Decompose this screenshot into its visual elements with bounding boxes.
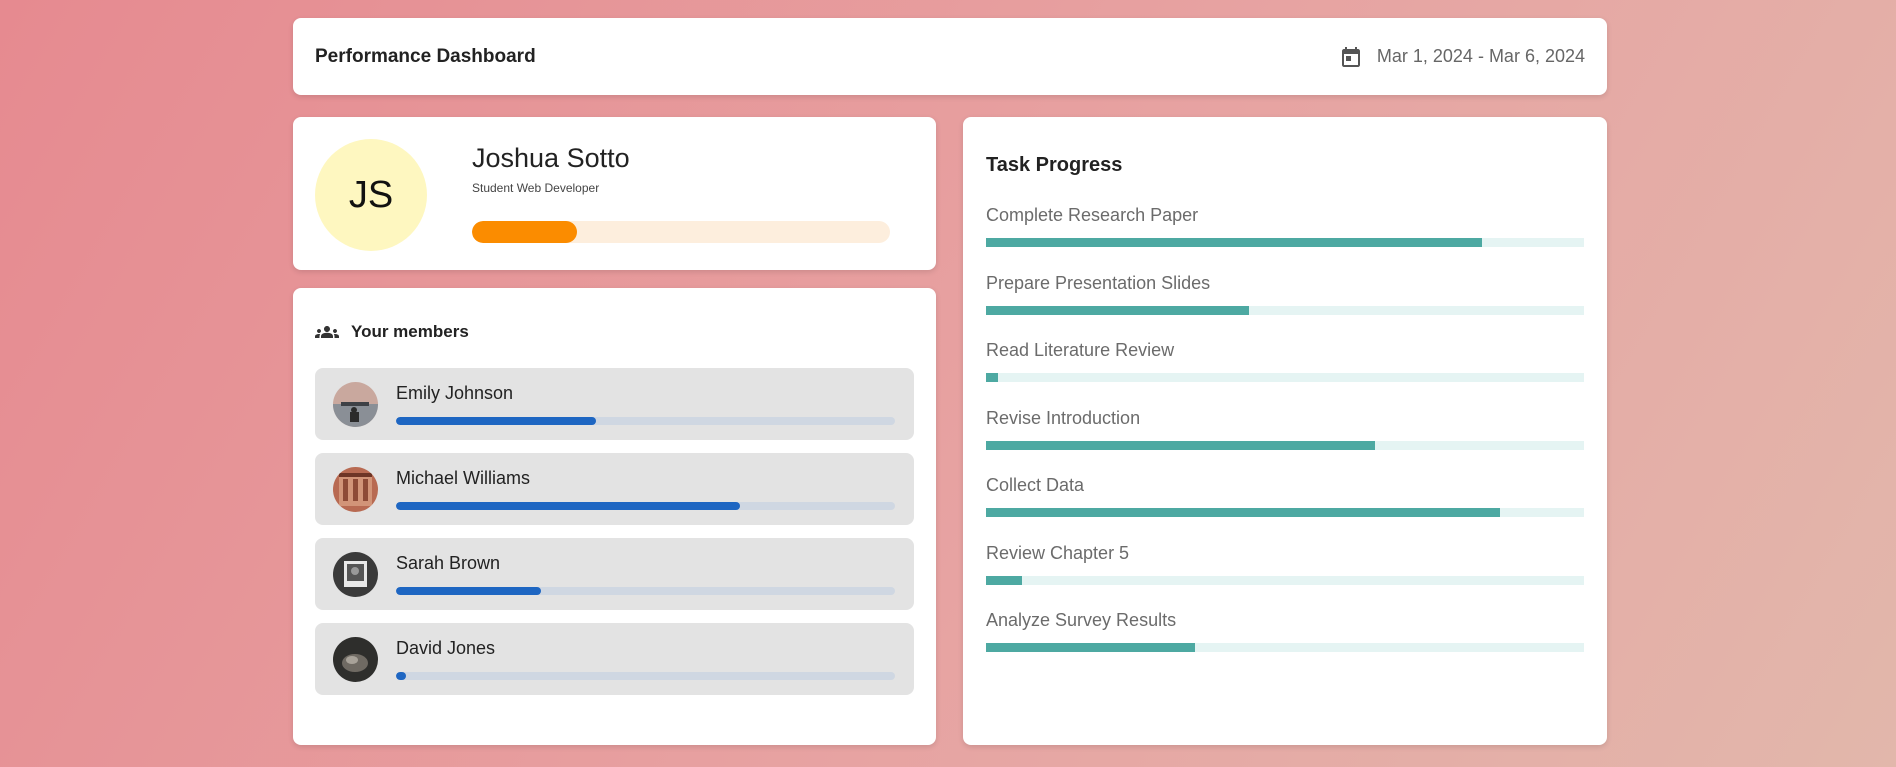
profile-progress-bar — [472, 221, 890, 243]
task-item: Review Chapter 5 — [986, 543, 1584, 611]
task-label: Collect Data — [986, 475, 1085, 495]
photo-avatar — [333, 467, 378, 512]
photo-avatar — [333, 552, 378, 597]
task-progress-fill — [986, 575, 1022, 585]
date-range-text: Mar 1, 2024 - Mar 6, 2024 — [1376, 46, 1585, 66]
photo-avatar — [333, 382, 378, 427]
task-item: Analyze Survey Results — [986, 610, 1584, 678]
list-item[interactable]: Sarah Brown — [315, 538, 914, 610]
task-item: Complete Research Paper — [986, 205, 1584, 273]
header-bar: Performance Dashboard Mar 1, 2024 - Mar … — [293, 18, 1607, 95]
group-icon — [315, 326, 339, 338]
task-progress-fill — [986, 440, 1375, 450]
members-card: Your members Emily Johnson Michael Willi… — [293, 288, 936, 745]
members-title: Your members — [351, 322, 469, 341]
task-item: Revise Introduction — [986, 408, 1584, 476]
profile-role: Student Web Developer — [472, 181, 600, 195]
task-progress-fill — [986, 238, 1483, 247]
member-list: Emily Johnson Michael Williams Sarah Bro… — [315, 368, 914, 708]
member-progress-bar — [396, 587, 895, 595]
task-progress-fill — [986, 305, 1250, 315]
task-progress-bar — [986, 440, 1584, 450]
date-range-picker[interactable]: Mar 1, 2024 - Mar 6, 2024 — [1339, 45, 1585, 69]
member-progress-fill — [396, 502, 741, 510]
profile-progress-fill — [472, 221, 577, 243]
list-item[interactable]: Michael Williams — [315, 453, 914, 525]
task-progress-fill — [986, 508, 1501, 517]
member-name: Sarah Brown — [396, 553, 501, 573]
member-name: Emily Johnson — [396, 383, 514, 403]
avatar: JS — [315, 139, 427, 251]
task-item: Read Literature Review — [986, 340, 1584, 408]
task-progress-bar — [986, 575, 1584, 585]
list-item[interactable]: David Jones — [315, 623, 914, 695]
task-progress-bar — [986, 238, 1584, 247]
task-progress-card: Task Progress Complete Research Paper Pr… — [963, 117, 1607, 745]
member-progress-fill — [396, 587, 541, 595]
task-progress-bar — [986, 305, 1584, 315]
task-progress-bar — [986, 508, 1584, 517]
member-progress-fill — [396, 417, 596, 425]
member-progress-bar — [396, 672, 895, 680]
list-item[interactable]: Emily Johnson — [315, 368, 914, 440]
member-name: David Jones — [396, 638, 496, 658]
task-list: Complete Research Paper Prepare Presenta… — [986, 205, 1584, 678]
member-progress-bar — [396, 502, 895, 510]
page-title: Performance Dashboard — [315, 45, 536, 67]
task-progress-bar — [986, 373, 1584, 382]
members-header: Your members — [315, 320, 469, 344]
task-label: Analyze Survey Results — [986, 610, 1177, 630]
task-label: Complete Research Paper — [986, 205, 1199, 225]
task-progress-fill — [986, 373, 998, 382]
task-progress-bar — [986, 643, 1584, 652]
task-label: Prepare Presentation Slides — [986, 272, 1211, 293]
task-item: Prepare Presentation Slides — [986, 273, 1584, 341]
photo-avatar — [333, 637, 378, 682]
member-name: Michael Williams — [396, 468, 531, 488]
task-label: Read Literature Review — [986, 340, 1175, 360]
member-progress-bar — [396, 417, 895, 425]
member-progress-fill — [396, 672, 406, 680]
task-item: Collect Data — [986, 475, 1584, 543]
profile-name: Joshua Sotto — [472, 143, 630, 173]
profile-card: JS Joshua Sotto Student Web Developer — [293, 117, 936, 270]
task-progress-title: Task Progress — [986, 154, 1123, 176]
task-label: Review Chapter 5 — [986, 542, 1130, 563]
task-label: Revise Introduction — [986, 407, 1141, 428]
task-progress-fill — [986, 643, 1196, 652]
calendar-icon — [1341, 46, 1360, 67]
